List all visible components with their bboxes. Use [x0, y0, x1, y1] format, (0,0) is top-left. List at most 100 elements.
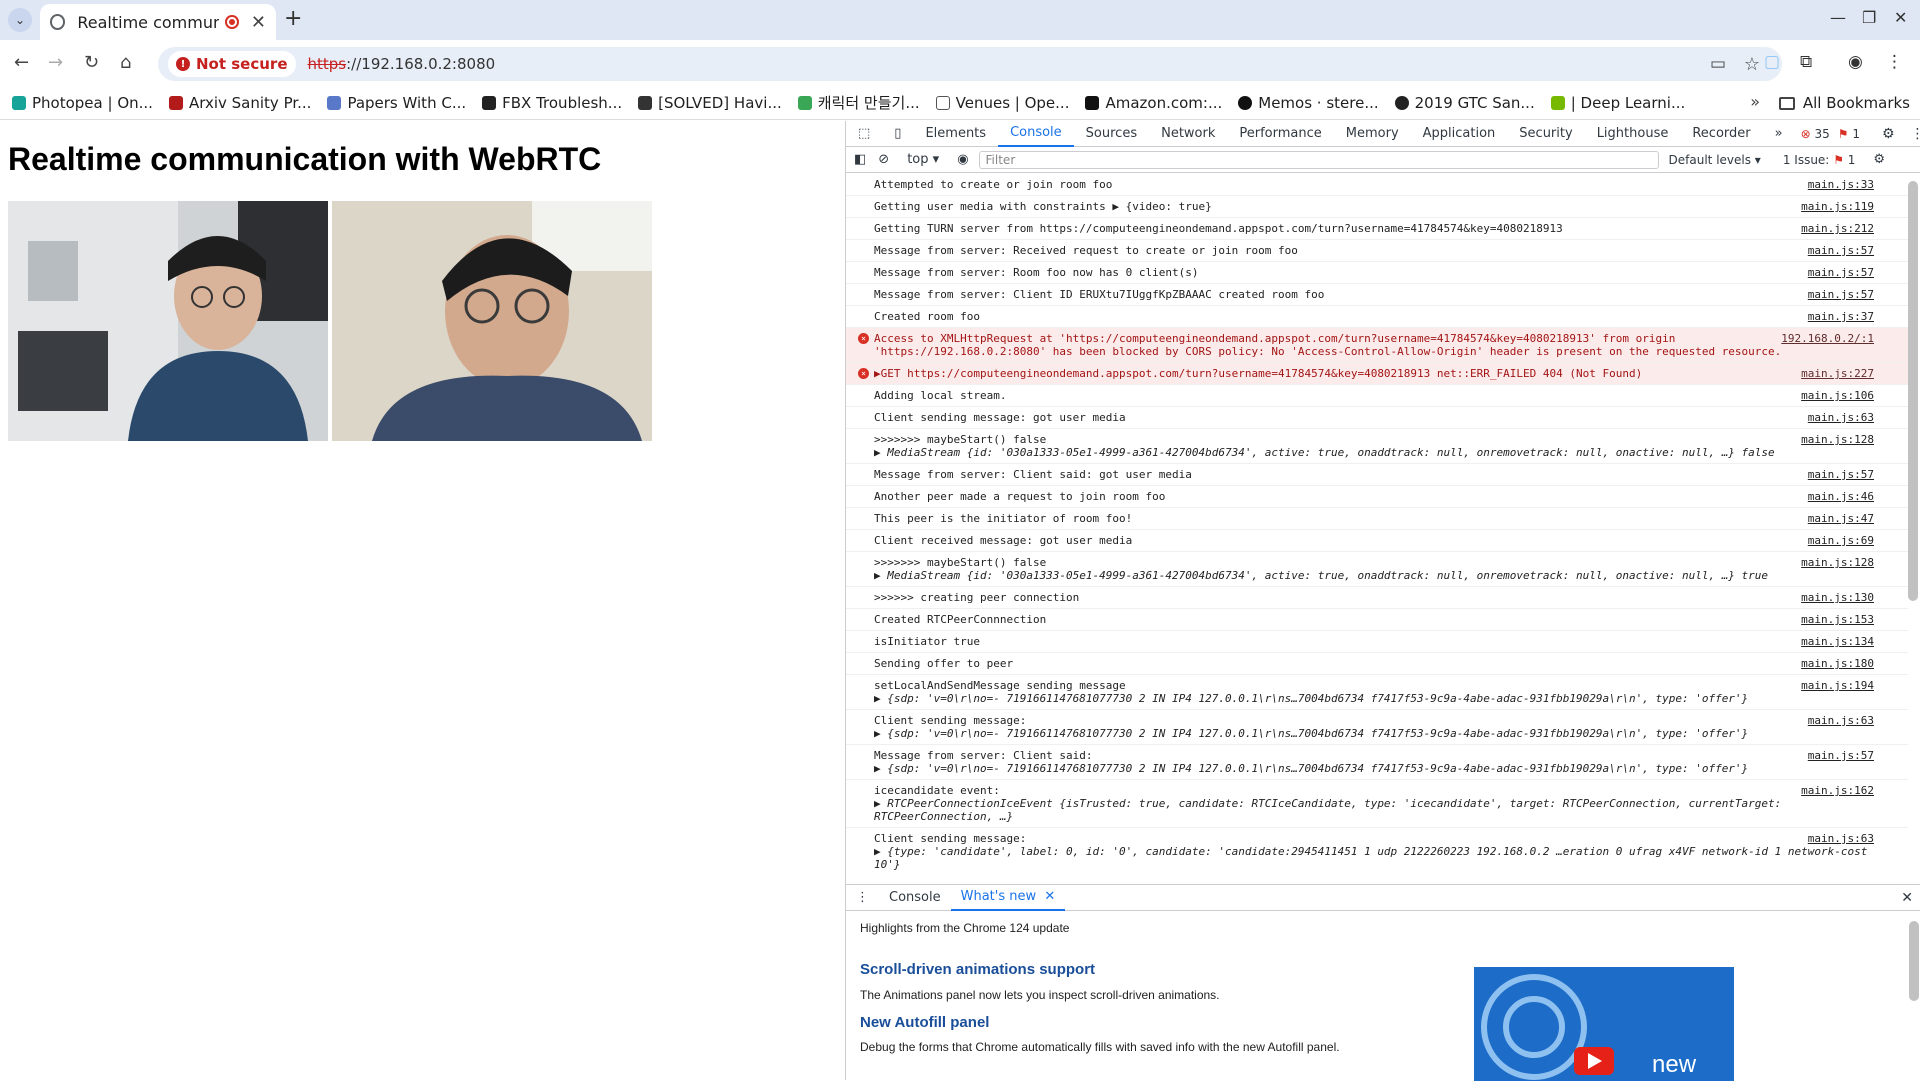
- clear-console-icon[interactable]: ⊘: [878, 152, 889, 167]
- close-window-button[interactable]: ✕: [1894, 8, 1907, 27]
- inspect-element-icon[interactable]: ⬚: [846, 121, 882, 147]
- tab-recorder[interactable]: Recorder: [1680, 121, 1762, 147]
- source-link[interactable]: main.js:57: [1808, 244, 1874, 257]
- source-link[interactable]: main.js:119: [1801, 200, 1874, 213]
- source-link[interactable]: 192.168.0.2/:1: [1781, 332, 1874, 345]
- drawer-tab-console[interactable]: Console: [879, 885, 951, 911]
- tab-search-button[interactable]: ⌄: [8, 8, 32, 32]
- console-log-row[interactable]: Adding local stream. main.js:106: [846, 385, 1908, 407]
- source-link[interactable]: main.js:194: [1801, 679, 1874, 692]
- extensions-puzzle-icon[interactable]: ⧉: [1800, 52, 1812, 72]
- browser-menu-icon[interactable]: ⋮: [1886, 52, 1903, 72]
- context-selector[interactable]: top ▾: [907, 152, 939, 167]
- bookmark-item[interactable]: Arxiv Sanity Pr...: [168, 94, 311, 112]
- more-bookmarks-chevron-icon[interactable]: »: [1750, 92, 1760, 111]
- console-log-row[interactable]: Created room foo main.js:37: [846, 306, 1908, 328]
- cast-icon[interactable]: ▭: [1710, 54, 1726, 74]
- source-link[interactable]: main.js:69: [1808, 534, 1874, 547]
- log-levels-dropdown[interactable]: Default levels ▾: [1669, 153, 1761, 167]
- source-link[interactable]: main.js:162: [1801, 784, 1874, 797]
- console-scrollbar[interactable]: [1908, 181, 1918, 601]
- bookmark-star-icon[interactable]: ☆: [1744, 54, 1760, 75]
- console-object-preview[interactable]: ▶ RTCPeerConnectionIceEvent {isTrusted: …: [874, 797, 1908, 823]
- forward-button[interactable]: →: [48, 52, 63, 73]
- console-log-row[interactable]: >>>>>>> maybeStart() false ▶ MediaStream …: [846, 552, 1908, 587]
- issue-counter[interactable]: ⚑ 1: [1838, 127, 1860, 141]
- source-link[interactable]: main.js:57: [1808, 749, 1874, 762]
- back-button[interactable]: ←: [14, 52, 29, 73]
- close-drawer-icon[interactable]: ✕: [1901, 890, 1913, 906]
- tab-performance[interactable]: Performance: [1227, 121, 1333, 147]
- all-bookmarks-button[interactable]: All Bookmarks: [1778, 94, 1910, 112]
- console-log-row[interactable]: Another peer made a request to join room…: [846, 486, 1908, 508]
- new-tab-button[interactable]: +: [284, 6, 302, 31]
- bookmark-item[interactable]: Memos · stere...: [1238, 94, 1379, 112]
- address-bar[interactable]: ! Not secure https://192.168.0.2:8080 ▭ …: [158, 47, 1782, 81]
- console-object-preview[interactable]: ▶ MediaStream {id: '030a1333-05e1-4999-a…: [874, 446, 1908, 459]
- tab-lighthouse[interactable]: Lighthouse: [1585, 121, 1681, 147]
- drawer-tab-whats-new[interactable]: What's new ✕: [950, 885, 1066, 911]
- console-object-preview[interactable]: ▶ {sdp: 'v=0\r\no=- 7191661147681077730 …: [874, 692, 1908, 705]
- bookmark-item[interactable]: Papers With C...: [327, 94, 466, 112]
- console-log[interactable]: Attempted to create or join room foo main…: [846, 174, 1908, 874]
- console-object-preview[interactable]: ▶ {sdp: 'v=0\r\no=- 7191661147681077730 …: [874, 762, 1908, 775]
- bookmark-item[interactable]: 캐릭터 만들기...: [797, 92, 920, 113]
- console-log-row[interactable]: Getting TURN server from https://compute…: [846, 218, 1908, 240]
- close-tab-icon[interactable]: ✕: [251, 12, 266, 33]
- source-link[interactable]: main.js:134: [1801, 635, 1874, 648]
- console-object-preview[interactable]: ▶ MediaStream {id: '030a1333-05e1-4999-a…: [874, 569, 1908, 582]
- tab-sources[interactable]: Sources: [1074, 121, 1149, 147]
- not-secure-chip[interactable]: ! Not secure: [168, 51, 296, 77]
- source-link[interactable]: main.js:128: [1801, 433, 1874, 446]
- console-log-row[interactable]: Client received message: got user media m…: [846, 530, 1908, 552]
- reload-button[interactable]: ↻: [84, 52, 99, 73]
- bookmark-item[interactable]: | Deep Learni...: [1550, 94, 1685, 112]
- whats-new-video-thumbnail[interactable]: new: [1474, 967, 1734, 1081]
- tab-memory[interactable]: Memory: [1334, 121, 1411, 147]
- source-link[interactable]: main.js:63: [1808, 714, 1874, 727]
- console-log-row[interactable]: icecandidate event: ▶ RTCPeerConnectionIc…: [846, 780, 1908, 828]
- error-counter[interactable]: ⊗ 35: [1801, 127, 1830, 141]
- minimize-button[interactable]: —: [1830, 8, 1846, 27]
- drawer-scrollbar[interactable]: [1909, 921, 1919, 1001]
- home-button[interactable]: ⌂: [120, 52, 131, 73]
- console-object-preview[interactable]: ▶ {sdp: 'v=0\r\no=- 7191661147681077730 …: [874, 727, 1908, 740]
- source-link[interactable]: main.js:212: [1801, 222, 1874, 235]
- source-link[interactable]: main.js:57: [1808, 266, 1874, 279]
- bookmark-item[interactable]: Venues | Ope...: [935, 94, 1069, 112]
- tab-elements[interactable]: Elements: [913, 121, 998, 147]
- live-expression-eye-icon[interactable]: ◉: [957, 152, 968, 167]
- tab-console[interactable]: Console: [998, 121, 1074, 147]
- profile-avatar[interactable]: ◉: [1848, 52, 1863, 72]
- console-log-row[interactable]: setLocalAndSendMessage sending message ▶ …: [846, 675, 1908, 710]
- console-log-row[interactable]: isInitiator true main.js:134: [846, 631, 1908, 653]
- bookmark-item[interactable]: FBX Troublesh...: [482, 94, 622, 112]
- source-link[interactable]: main.js:33: [1808, 178, 1874, 191]
- source-link[interactable]: main.js:63: [1808, 832, 1874, 845]
- source-link[interactable]: main.js:46: [1808, 490, 1874, 503]
- console-log-row[interactable]: Client sending message: ▶ {sdp: 'v=0\r\no…: [846, 710, 1908, 745]
- source-link[interactable]: main.js:180: [1801, 657, 1874, 670]
- drawer-menu-icon[interactable]: ⋮: [846, 885, 879, 911]
- console-object-preview[interactable]: ▶ {type: 'candidate', label: 0, id: '0',…: [874, 845, 1908, 871]
- whats-new-heading-autofill[interactable]: New Autofill panel: [860, 1014, 989, 1031]
- source-link[interactable]: main.js:37: [1808, 310, 1874, 323]
- console-log-row[interactable]: Message from server: Client said: ▶ {sdp:…: [846, 745, 1908, 780]
- console-log-row[interactable]: Client sending message: ▶ {type: 'candida…: [846, 828, 1908, 874]
- more-tabs-chevron-icon[interactable]: »: [1763, 121, 1795, 147]
- source-link[interactable]: main.js:63: [1808, 411, 1874, 424]
- console-log-row[interactable]: Message from server: Client said: got us…: [846, 464, 1908, 486]
- browser-tab[interactable]: Realtime communica ✕: [40, 4, 276, 40]
- source-link[interactable]: main.js:106: [1801, 389, 1874, 402]
- console-log-row[interactable]: Attempted to create or join room foo main…: [846, 174, 1908, 196]
- source-link[interactable]: main.js:130: [1801, 591, 1874, 604]
- console-log-row[interactable]: Created RTCPeerConnnection main.js:153: [846, 609, 1908, 631]
- url-text[interactable]: https://192.168.0.2:8080: [308, 55, 496, 73]
- console-error-row[interactable]: × ▶GET https://computeengineondemand.apps…: [846, 363, 1908, 385]
- console-log-row[interactable]: Getting user media with constraints ▶ {v…: [846, 196, 1908, 218]
- console-log-row[interactable]: This peer is the initiator of room foo! m…: [846, 508, 1908, 530]
- console-log-row[interactable]: >>>>>>> maybeStart() false ▶ MediaStream …: [846, 429, 1908, 464]
- console-log-row[interactable]: Message from server: Room foo now has 0 …: [846, 262, 1908, 284]
- console-error-row[interactable]: × Access to XMLHttpRequest at 'https://co…: [846, 328, 1908, 363]
- device-toolbar-icon[interactable]: ▯: [882, 121, 913, 147]
